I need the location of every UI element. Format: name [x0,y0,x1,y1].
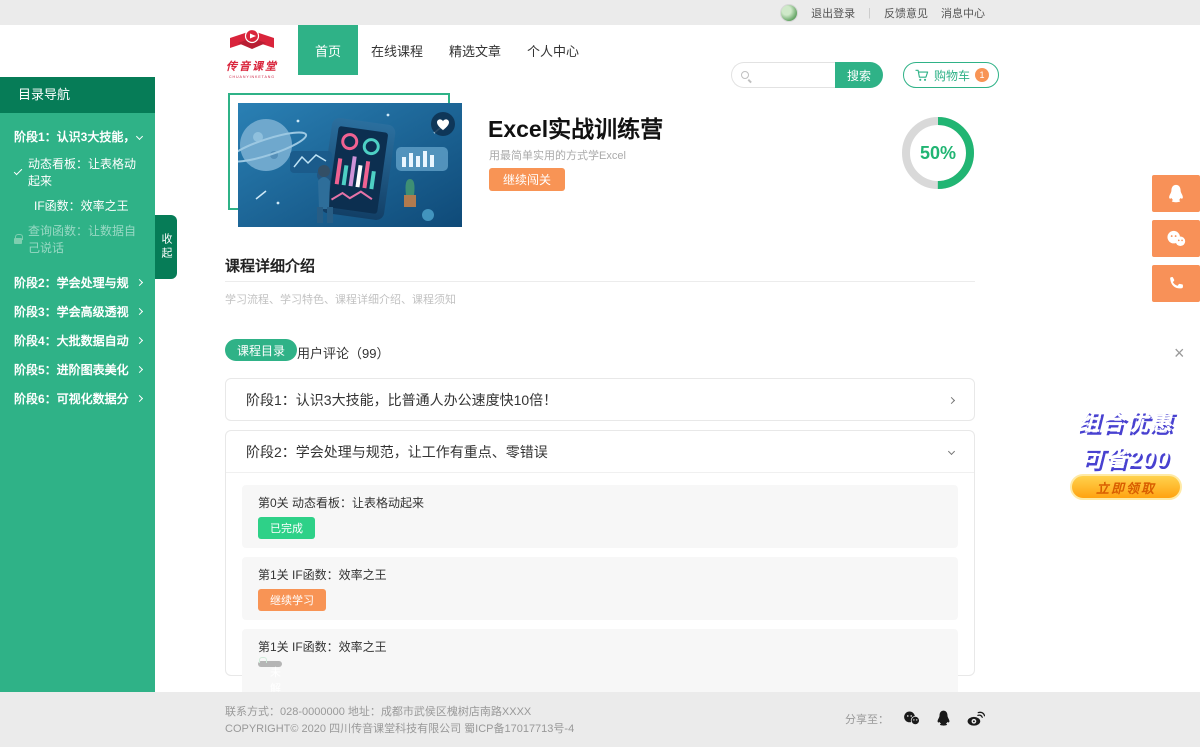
sidebar-stage-2[interactable]: 阶段2：学会处理与规范，让工作... [0,268,155,297]
lesson-row-1[interactable]: 第1关 IF函数：效率之王 继续学习 [242,557,958,620]
check-icon [14,166,22,174]
top-strip-links: 退出登录 | 反馈意见 消息中心 [780,0,985,25]
user-avatar[interactable] [780,4,798,22]
float-wechat-button[interactable] [1152,220,1200,257]
cart-icon [915,69,929,82]
sidebar-stage-5[interactable]: 阶段5：进阶图表美化，让汇报一... [0,355,155,384]
chevron-down-icon [136,133,143,140]
course-illustration [238,103,462,227]
cart-count-badge: 1 [975,68,989,82]
continue-challenge-button[interactable]: 继续闯关 [489,168,565,191]
nav-item-home[interactable]: 首页 [298,25,358,75]
footer-info: 联系方式：028-0000000 地址：成都市武侯区槐树店南路XXXX COPY… [225,704,574,738]
chevron-right-icon [136,308,143,315]
footer-copyright: COPYRIGHT© 2020 四川传音课堂科技有限公司 蜀ICP备170177… [225,721,574,738]
sidebar-stage-list: 阶段1：认识3大技能，比普通人... 动态看板：让表格动起来 IF函数：效率之王… [0,113,155,413]
sidebar-stage-6[interactable]: 阶段6：可视化数据分析，帮老板... [0,384,155,413]
wechat-icon [1164,228,1188,250]
sidebar-lesson-dashboard[interactable]: 动态看板：让表格动起来 [0,151,155,193]
chevron-down-icon [948,448,955,455]
detail-summary-text: 学习流程、学习特色、课程详细介绍、课程须知 [225,291,456,307]
sidebar-stage-4[interactable]: 阶段4：大批数据自动统计分析，... [0,326,155,355]
top-strip: 退出登录 | 反馈意见 消息中心 [0,0,1200,25]
float-qq-button[interactable] [1152,175,1200,212]
search-icon [741,71,749,79]
course-title: Excel实战训练营 [488,110,663,144]
catalog-sidebar: 目录导航 阶段1：认识3大技能，比普通人... 动态看板：让表格动起来 IF函数… [0,77,155,692]
promo-line-1: 组合优惠 [1077,403,1173,437]
share-weibo-icon[interactable] [966,709,985,728]
phone-icon [1166,274,1186,294]
search-bar: 搜索 [731,62,883,88]
status-badge-continue[interactable]: 继续学习 [258,589,326,611]
logo-icon [226,28,278,54]
spacer [0,260,155,268]
message-center-link[interactable]: 消息中心 [941,5,985,21]
page-footer: 联系方式：028-0000000 地址：成都市武侯区槐树店南路XXXX COPY… [0,692,1200,747]
sidebar-collapse-tab[interactable]: 收起 [155,215,177,279]
search-input[interactable] [754,64,834,86]
search-box [731,62,835,88]
chevron-right-icon [136,366,143,373]
favorite-heart-icon[interactable] [430,111,456,137]
sidebar-stage-1[interactable]: 阶段1：认识3大技能，比普通人... [0,122,155,151]
cart-button[interactable]: 购物车 1 [903,62,999,88]
lesson-row-0[interactable]: 第0关 动态看板：让表格动起来 已完成 [242,485,958,548]
float-phone-button[interactable] [1152,265,1200,302]
share-wechat-icon[interactable] [902,709,921,728]
lock-icon [14,238,22,244]
nav-item-profile[interactable]: 个人中心 [514,25,592,75]
promo-close-icon[interactable]: × [1174,344,1185,362]
logout-link[interactable]: 退出登录 [811,5,855,21]
stage-1-accordion-header[interactable]: 阶段1：认识3大技能，比普通人办公速度快10倍！ [226,379,974,421]
sidebar-lesson-lookup[interactable]: 查询函数：让数据自己说话 [0,218,155,260]
divider: | [868,7,871,19]
nav-item-courses[interactable]: 在线课程 [358,25,436,75]
cart-label: 购物车 [934,67,970,84]
qq-icon [1165,183,1187,205]
share-qq-icon[interactable] [934,709,953,728]
tab-course-catalog[interactable]: 课程目录 [225,339,297,361]
nav-item-articles[interactable]: 精选文章 [436,25,514,75]
sidebar-lesson-if[interactable]: IF函数：效率之王 [0,193,155,218]
main-menu: 首页 在线课程 精选文章 个人中心 [298,25,592,75]
chevron-right-icon [948,396,955,403]
main-navbar: 传音课堂 CHUANYINKETANG 首页 在线课程 精选文章 个人中心 搜索… [0,25,1200,75]
logo-caption: CHUANYINKETANG [216,74,288,79]
status-badge-locked: 未解锁 [258,661,282,667]
chevron-right-icon [136,395,143,402]
progress-ring: 50% [898,113,978,193]
promo-claim-button[interactable]: 立即领取 [1070,474,1182,500]
site-logo[interactable]: 传音课堂 CHUANYINKETANG [212,28,292,79]
share-row: 分享至： [845,709,985,728]
stage-2-accordion-header[interactable]: 阶段2：学会处理与规范，让工作有重点、零错误 [226,431,974,473]
feedback-link[interactable]: 反馈意见 [884,5,928,21]
detail-section-heading: 课程详细介绍 [225,255,315,276]
promo-line-2: 可省200 [1080,439,1169,473]
stage-1-accordion: 阶段1：认识3大技能，比普通人办公速度快10倍！ [225,378,975,421]
share-label: 分享至： [845,711,889,727]
course-cover-image[interactable] [238,103,462,227]
chevron-right-icon [136,337,143,344]
chevron-right-icon [136,279,143,286]
sidebar-stage-3[interactable]: 阶段3：学会高级透视，拥有同时... [0,297,155,326]
tab-user-comments[interactable]: 用户评论（99） [297,343,389,362]
search-button[interactable]: 搜索 [835,62,883,88]
sidebar-title: 目录导航 [0,77,155,113]
footer-contact: 联系方式：028-0000000 地址：成都市武侯区槐树店南路XXXX [225,704,574,721]
logo-title: 传音课堂 [212,58,292,74]
status-badge-completed: 已完成 [258,517,315,539]
course-subtitle: 用最简单实用的方式学Excel [489,147,626,163]
progress-percentage: 50% [898,113,978,193]
divider [225,281,975,282]
stage-2-accordion: 阶段2：学会处理与规范，让工作有重点、零错误 第0关 动态看板：让表格动起来 已… [225,430,975,676]
